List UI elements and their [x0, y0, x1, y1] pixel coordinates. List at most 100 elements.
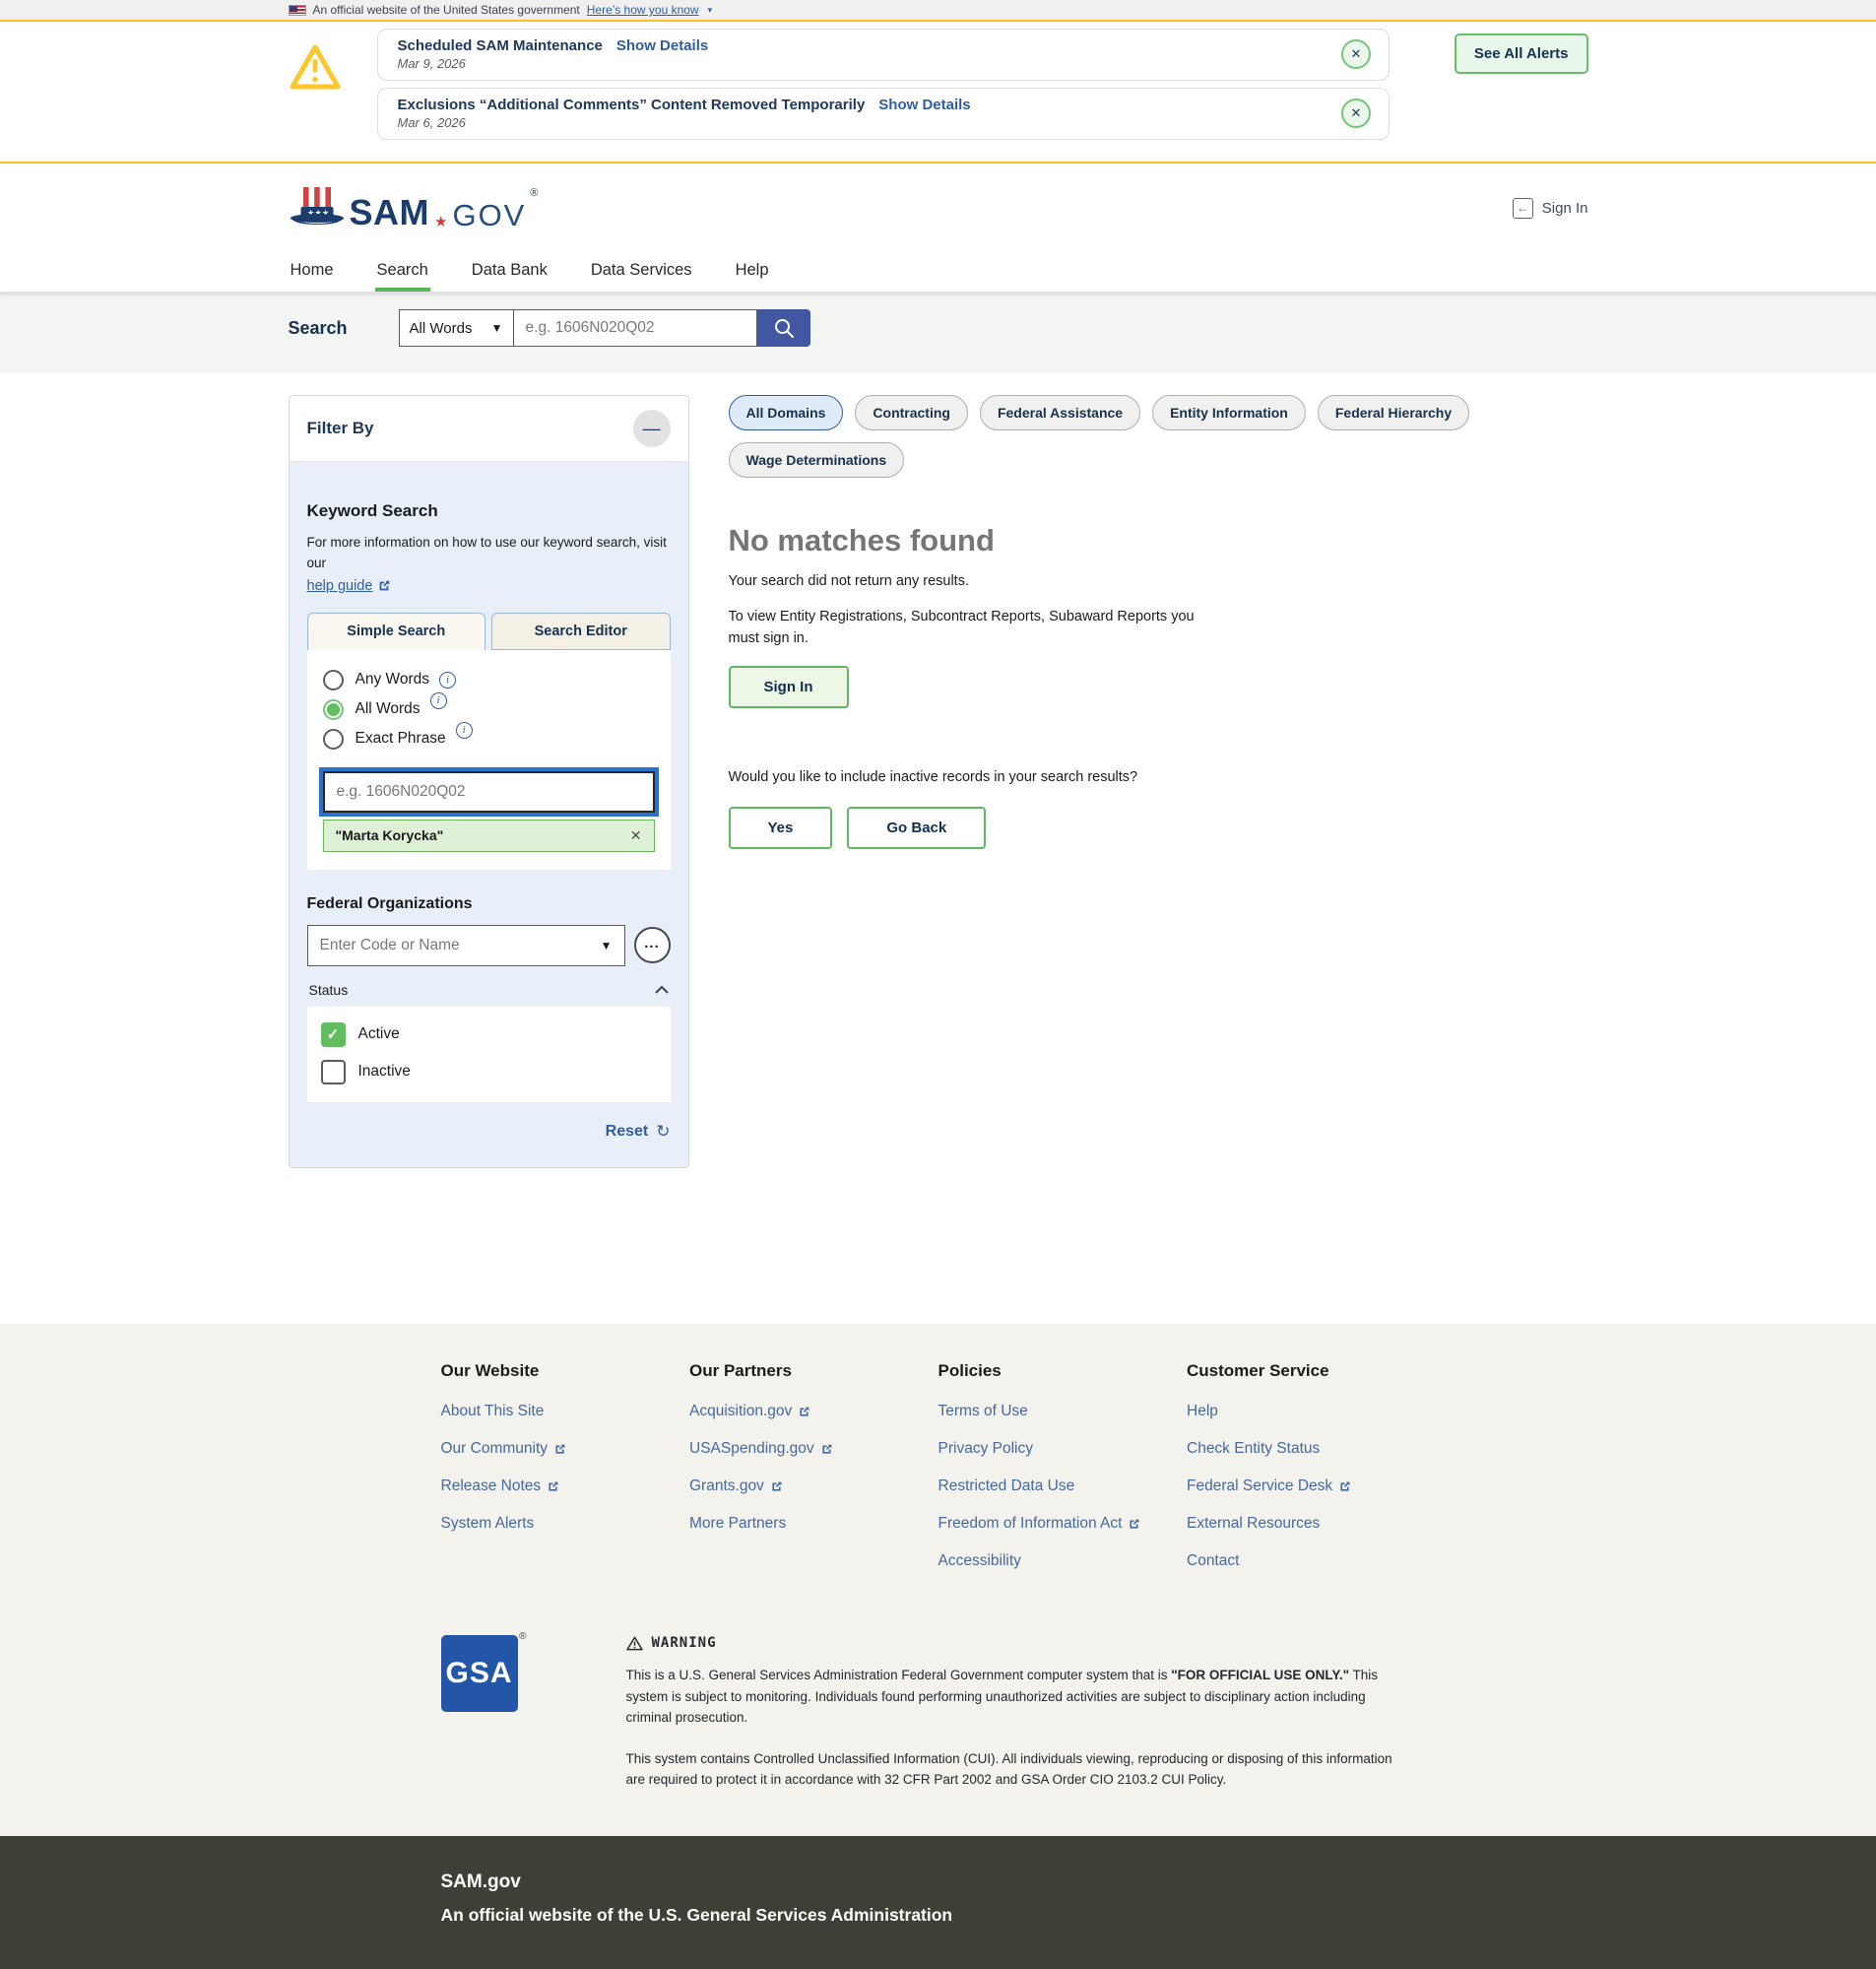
help-guide-link[interactable]: help guide — [307, 578, 392, 594]
warning-text-bold: "FOR OFFICIAL USE ONLY." — [1171, 1668, 1349, 1682]
footer-link-acquisition-gov[interactable]: Acquisition.gov — [689, 1403, 938, 1420]
domain-tab-federal-hierarchy[interactable]: Federal Hierarchy — [1318, 395, 1469, 430]
how-you-know-link[interactable]: Here’s how you know — [587, 3, 699, 17]
footer-link-label: Federal Service Desk — [1187, 1477, 1332, 1495]
footer-link-privacy-policy[interactable]: Privacy Policy — [938, 1440, 1188, 1458]
nav-item-data-services[interactable]: Data Services — [589, 252, 694, 292]
radio-exact-phrase-label[interactable]: Exact Phrase — [356, 730, 446, 748]
checkbox-inactive[interactable] — [321, 1060, 346, 1084]
radio-all-words[interactable] — [323, 699, 344, 720]
footer-link-terms-of-use[interactable]: Terms of Use — [938, 1403, 1188, 1420]
domain-tab-federal-assistance[interactable]: Federal Assistance — [980, 395, 1140, 430]
domain-tab-wage-determinations[interactable]: Wage Determinations — [729, 442, 905, 478]
alert-exclusions: Exclusions “Additional Comments” Content… — [377, 88, 1390, 140]
footer-link-label: Acquisition.gov — [689, 1403, 792, 1420]
search-input[interactable] — [514, 309, 757, 347]
nav-item-help[interactable]: Help — [734, 252, 771, 292]
warning-triangle-icon — [289, 42, 342, 92]
footer-link-more-partners[interactable]: More Partners — [689, 1515, 938, 1533]
footer-link-accessibility[interactable]: Accessibility — [938, 1552, 1188, 1570]
see-all-alerts-button[interactable]: See All Alerts — [1455, 33, 1588, 74]
checkbox-active-label[interactable]: Active — [358, 1025, 400, 1043]
federal-organizations-heading: Federal Organizations — [307, 895, 671, 913]
info-icon[interactable]: i — [439, 672, 456, 689]
radio-any-words[interactable] — [323, 670, 344, 690]
info-icon[interactable]: i — [430, 692, 447, 709]
sign-in-button[interactable]: Sign In — [729, 666, 849, 708]
footer-link-check-entity-status[interactable]: Check Entity Status — [1187, 1440, 1436, 1458]
show-details-link[interactable]: Show Details — [616, 37, 708, 54]
info-icon[interactable]: i — [456, 722, 473, 739]
gov-banner-text: An official website of the United States… — [313, 3, 580, 17]
search-button[interactable] — [757, 309, 810, 347]
footer-link-restricted-data-use[interactable]: Restricted Data Use — [938, 1477, 1188, 1495]
federal-org-select[interactable]: Enter Code or Name ▼ — [307, 925, 625, 966]
footer-col-policies: Policies Terms of Use Privacy Policy Res… — [938, 1361, 1188, 1590]
alert-close-button[interactable]: ✕ — [1341, 98, 1371, 128]
footer-link-contact[interactable]: Contact — [1187, 1552, 1436, 1570]
search-strip: Search All Words ▼ — [0, 293, 1876, 373]
footer-link-system-alerts[interactable]: System Alerts — [441, 1515, 690, 1533]
alert-close-button[interactable]: ✕ — [1341, 39, 1371, 69]
nav-item-data-bank[interactable]: Data Bank — [470, 252, 550, 292]
warning-paragraph-1: This is a U.S. General Services Administ… — [626, 1665, 1414, 1729]
chevron-up-icon — [655, 985, 669, 994]
domain-tab-entity-information[interactable]: Entity Information — [1152, 395, 1306, 430]
caret-down-icon: ▼ — [601, 939, 613, 952]
ellipsis-icon: ... — [644, 935, 660, 952]
footer-col-heading: Customer Service — [1187, 1361, 1436, 1381]
radio-all-words-label[interactable]: All Words — [356, 700, 420, 718]
gsa-registered-mark: ® — [519, 1631, 526, 1642]
tab-simple-search[interactable]: Simple Search — [307, 613, 486, 650]
sam-gov-logo[interactable]: ★ ★ ★ SAM ★ GOV ® — [289, 185, 539, 230]
footer-link-label: Our Community — [441, 1440, 549, 1458]
domain-tab-all-domains[interactable]: All Domains — [729, 395, 844, 430]
radio-exact-phrase[interactable] — [323, 729, 344, 750]
show-details-link[interactable]: Show Details — [878, 97, 970, 113]
footer-link-external-resources[interactable]: External Resources — [1187, 1515, 1436, 1533]
external-link-icon — [377, 579, 391, 593]
no-results-text: Your search did not return any results. — [729, 573, 1588, 589]
uncle-sam-hat-icon: ★ ★ ★ — [289, 185, 346, 230]
alert-date: Mar 9, 2026 — [398, 56, 709, 71]
footer-link-release-notes[interactable]: Release Notes — [441, 1477, 690, 1495]
site-header: ★ ★ ★ SAM ★ GOV ® ← Sign In — [0, 164, 1876, 252]
tab-search-editor[interactable]: Search Editor — [491, 613, 671, 650]
footer-link-help[interactable]: Help — [1187, 1403, 1436, 1420]
page-footer: Our Website About This Site Our Communit… — [0, 1324, 1876, 1836]
footer-link-foia[interactable]: Freedom of Information Act — [938, 1515, 1188, 1533]
main-content: Filter By — Keyword Search For more info… — [289, 373, 1588, 1324]
checkbox-inactive-label[interactable]: Inactive — [358, 1063, 411, 1081]
footer-link-federal-service-desk[interactable]: Federal Service Desk — [1187, 1477, 1436, 1495]
search-mode-select[interactable]: All Words ▼ — [399, 309, 514, 347]
nav-item-search[interactable]: Search — [375, 252, 430, 292]
more-options-button[interactable]: ... — [634, 927, 671, 963]
footer-link-usaspending-gov[interactable]: USASpending.gov — [689, 1440, 938, 1458]
checkbox-active[interactable]: ✓ — [321, 1022, 346, 1047]
domain-tab-contracting[interactable]: Contracting — [855, 395, 968, 430]
keyword-input[interactable] — [323, 771, 655, 813]
reset-filters-link[interactable]: Reset — [606, 1123, 649, 1141]
alert-list: Scheduled SAM Maintenance Show Details M… — [377, 29, 1390, 140]
status-section-toggle[interactable]: Status — [309, 982, 669, 998]
reset-icon[interactable]: ↻ — [656, 1122, 670, 1142]
nav-item-home[interactable]: Home — [289, 252, 336, 292]
go-back-button[interactable]: Go Back — [847, 807, 986, 849]
keyword-chip-label: "Marta Korycka" — [336, 827, 444, 843]
warning-text: This is a U.S. General Services Administ… — [626, 1668, 1172, 1682]
keyword-chip: "Marta Korycka" ✕ — [323, 820, 655, 852]
sign-in-link[interactable]: ← Sign In — [1513, 198, 1588, 219]
sign-in-notice: To view Entity Registrations, Subcontrac… — [729, 607, 1221, 650]
minus-icon: — — [643, 419, 661, 438]
alerts-section: Scheduled SAM Maintenance Show Details M… — [0, 22, 1876, 164]
collapse-filters-button[interactable]: — — [633, 410, 671, 447]
footer-link-about-this-site[interactable]: About This Site — [441, 1403, 690, 1420]
footer-link-grants-gov[interactable]: Grants.gov — [689, 1477, 938, 1495]
search-icon — [772, 316, 796, 340]
radio-any-words-label[interactable]: Any Words — [356, 671, 430, 689]
yes-button[interactable]: Yes — [729, 807, 833, 849]
remove-chip-icon[interactable]: ✕ — [630, 827, 642, 844]
footer-link-our-community[interactable]: Our Community — [441, 1440, 690, 1458]
footer-col-our-website: Our Website About This Site Our Communit… — [441, 1361, 690, 1590]
gov-banner: An official website of the United States… — [0, 0, 1876, 22]
